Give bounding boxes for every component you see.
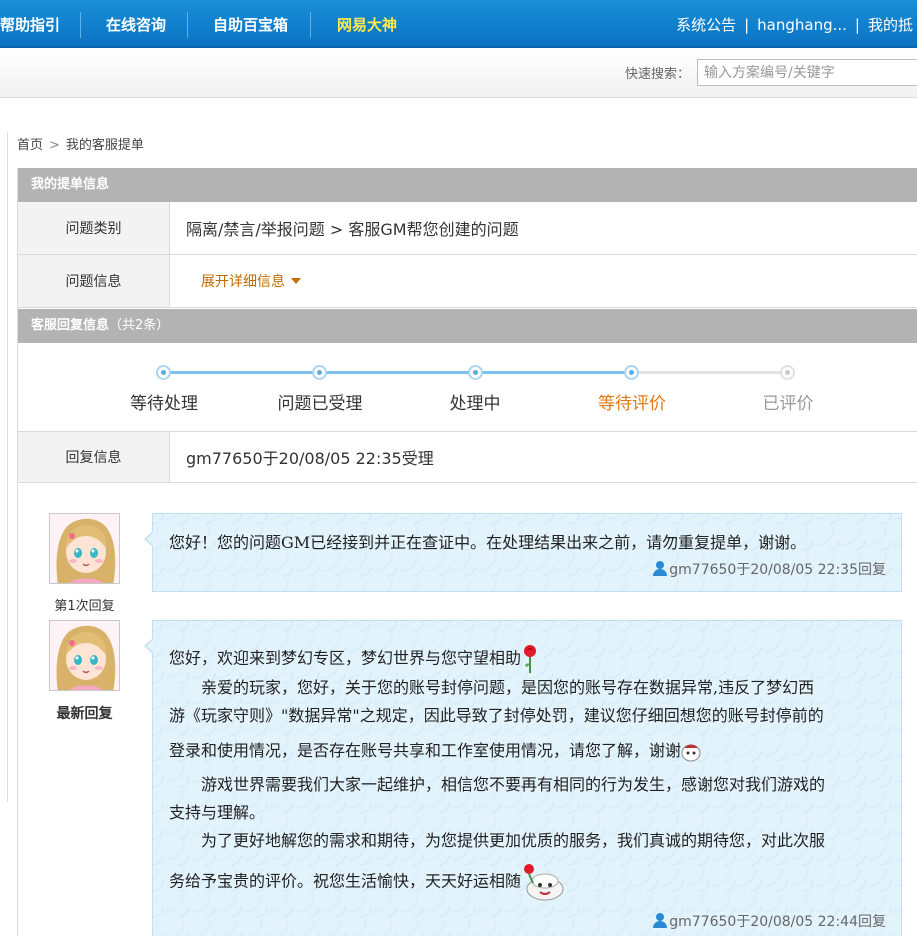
- divider: |: [744, 16, 750, 34]
- chevron-right-icon: >: [49, 138, 60, 153]
- reply-2-line: 支持与理解。: [169, 803, 266, 822]
- breadcrumb-home[interactable]: 首页: [17, 138, 43, 153]
- replies-count: （共2条）: [109, 318, 170, 333]
- progress-track-done: [164, 371, 632, 374]
- reply-2-line: 游戏世界需要我们大家一起维护，相信您不要再有相同的行为发生，感谢您对我们游戏的: [169, 775, 826, 794]
- nav-help-guide[interactable]: 帮助指引: [0, 0, 60, 48]
- expand-details-link[interactable]: 展开详细信息: [201, 255, 301, 307]
- nav-netease-dashen[interactable]: 网易大神: [337, 0, 397, 48]
- reply-info-row: 回复信息 gm77650于20/08/05 22:35受理: [18, 432, 917, 483]
- progress-dot: [780, 365, 795, 380]
- ticket-section-title: 我的提单信息: [31, 177, 110, 192]
- top-right-links: 系统公告 | hanghang... | 我的抵: [672, 0, 917, 48]
- breadcrumb: 首页 > 我的客服提单: [17, 134, 144, 153]
- progress-dot: [312, 365, 327, 380]
- face-emoji-icon: [681, 744, 701, 761]
- reply-2-line: 亲爱的玩家，您好，关于您的账号封停问题，是因您的账号存在数据异常,违反了梦幻西: [169, 678, 815, 697]
- search-bar: 快速搜索：: [0, 48, 917, 98]
- reply-2-line-text: 您好，欢迎来到梦幻专区，梦幻世界与您守望相助: [169, 648, 522, 668]
- reply-2-line: 务给予宝贵的评价。祝您生活愉快，天天好运相随: [169, 861, 567, 903]
- top-navigation: 帮助指引 在线咨询 自助百宝箱 网易大神 系统公告 | hanghang... | 我的…: [0, 0, 917, 48]
- avatar: [49, 620, 120, 691]
- nav-online-consult[interactable]: 在线咨询: [106, 0, 166, 48]
- user-icon: [653, 561, 668, 576]
- reply-1-text: 您好！您的问题GM已经接到并正在查证中。在处理结果出来之前，请勿重复提单，谢谢。: [169, 533, 807, 552]
- nav-toolbox[interactable]: 自助百宝箱: [213, 0, 288, 48]
- user-icon: [653, 913, 668, 928]
- reply-info-value: gm77650于20/08/05 22:35受理: [186, 449, 434, 468]
- avatar-image: [50, 514, 119, 583]
- search-input[interactable]: [697, 59, 917, 86]
- progress-dot: [624, 365, 639, 380]
- ticket-section-header: 我的提单信息: [18, 168, 917, 202]
- avatar-image: [50, 621, 119, 690]
- progress-step-waiting: 等待处理: [130, 394, 198, 414]
- nav-separator: [187, 12, 188, 38]
- progress-step-processing: 处理中: [449, 394, 501, 414]
- ticket-panel: 我的提单信息 问题类别 隔离/禁言/举报问题 > 客服GM帮您创建的问题 问题信…: [17, 168, 917, 936]
- info-label: 问题信息: [18, 255, 170, 307]
- reply-1-bubble: 您好！您的问题GM已经接到并正在查证中。在处理结果出来之前，请勿重复提单，谢谢。…: [144, 513, 902, 592]
- user-link[interactable]: hanghang...: [757, 16, 847, 34]
- reply-2-tag: 最新回复: [56, 706, 113, 722]
- progress-step-accepted: 问题已受理: [277, 394, 363, 414]
- mascot-emoji-icon: [524, 864, 564, 901]
- nav-separator: [80, 12, 81, 38]
- avatar: [49, 513, 120, 584]
- reply-2-line: 登录和使用情况，是否存在账号共享和工作室使用情况，请您了解，谢谢: [169, 737, 701, 763]
- reply-1-meta: gm77650于20/08/05 22:35回复: [653, 559, 886, 579]
- info-row: 问题信息 展开详细信息: [18, 255, 917, 308]
- search-label: 快速搜索：: [625, 67, 691, 82]
- reply-1-tag: 第1次回复: [54, 599, 115, 614]
- progress-step-rated: 已评价: [762, 394, 814, 414]
- replies-section-title: 客服回复信息: [31, 318, 110, 333]
- progress-dot: [156, 365, 171, 380]
- category-row: 问题类别 隔离/禁言/举报问题 > 客服GM帮您创建的问题: [18, 202, 917, 255]
- category-value: 隔离/禁言/举报问题 > 客服GM帮您创建的问题: [186, 220, 519, 239]
- nav-separator: [310, 12, 311, 38]
- rose-emoji-icon: [524, 645, 537, 673]
- reply-2-bubble: 您好，欢迎来到梦幻专区，梦幻世界与您守望相助 亲爱的玩家，您好，关于您的账号封停…: [144, 620, 902, 936]
- divider: |: [854, 16, 860, 34]
- reply-1-author: gm77650于20/08/05 22:35回复: [669, 562, 886, 578]
- caret-down-icon: [291, 278, 301, 284]
- progress-dot: [468, 365, 483, 380]
- reply-2-line: 为了更好地解您的需求和期待，为您提供更加优质的服务，我们真诚的期待您，对此次服: [169, 831, 826, 850]
- left-sidebar-edge: [0, 132, 8, 802]
- status-progress: 等待处理 问题已受理 处理中 等待评价 已评价: [18, 344, 917, 432]
- reply-info-label: 回复信息: [18, 432, 170, 482]
- reply-2-line: 游《玩家守则》"数据异常"之规定，因此导致了封停处罚，建议您仔细回想您的账号封停…: [169, 706, 824, 725]
- progress-track-remaining: [632, 371, 788, 374]
- reply-2-meta: gm77650于20/08/05 22:44回复: [653, 911, 886, 931]
- expand-details-label: 展开详细信息: [201, 274, 285, 290]
- progress-step-awaiting-rating: 等待评价: [598, 394, 666, 414]
- replies-section-header: 客服回复信息（共2条）: [18, 309, 917, 343]
- announcement-link[interactable]: 系统公告: [676, 16, 736, 34]
- my-link[interactable]: 我的抵: [868, 16, 913, 34]
- category-label: 问题类别: [18, 202, 170, 254]
- reply-2-line-text: 务给予宝贵的评价。祝您生活愉快，天天好运相随: [169, 871, 522, 891]
- reply-2-line-text: 登录和使用情况，是否存在账号共享和工作室使用情况，请您了解，谢谢: [169, 741, 682, 760]
- reply-2-author: gm77650于20/08/05 22:44回复: [669, 914, 886, 930]
- reply-2-line: 您好，欢迎来到梦幻专区，梦幻世界与您守望相助: [169, 644, 539, 674]
- breadcrumb-current: 我的客服提单: [65, 138, 144, 153]
